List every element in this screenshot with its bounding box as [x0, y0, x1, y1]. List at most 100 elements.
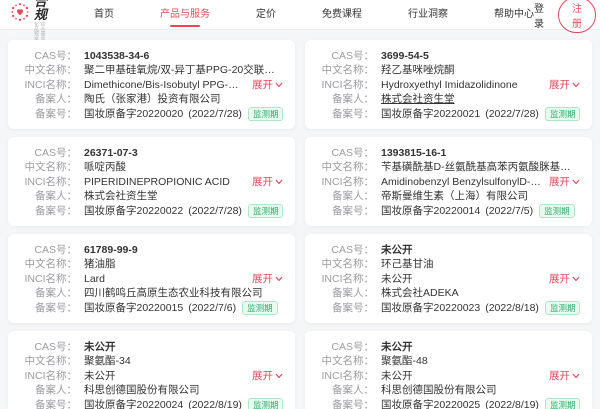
expand-label: 展开	[252, 272, 273, 286]
filer-label: 备案人：	[317, 92, 374, 106]
cn-name-row: 中文名称： 聚二甲基硅氧烷/双-异丁基PPG-20交联聚合物	[20, 63, 283, 77]
cas-value: 61789-99-9	[84, 243, 138, 257]
reg-number-value: 国妆原备字20220014	[381, 204, 480, 218]
filer-value[interactable]: 株式会社ADEKA	[381, 286, 459, 300]
filer-value[interactable]: 帝斯曼维生素（上海）有限公司	[381, 189, 528, 203]
reg-date-value: (2022/7/28)	[188, 204, 242, 218]
reg-number-value: 国妆原备字20220024	[84, 398, 183, 409]
inci-value: Amidinobenzyl BenzylsulfonylD-SerylHomop…	[381, 175, 541, 189]
inci-row: INCI名称： Amidinobenzyl BenzylsulfonylD-Se…	[317, 175, 580, 189]
reg-row: 备案号： 国妆原备字20220021 (2022/7/28) 监测期	[317, 107, 580, 121]
reg-row: 备案号： 国妆原备字20220022 (2022/7/28) 监测期	[20, 204, 283, 218]
reg-date-value: (2022/7/5)	[485, 204, 533, 218]
chevron-down-icon	[275, 81, 283, 89]
nav-item-0[interactable]: 首页	[94, 0, 114, 30]
filer-value[interactable]: 科思创德国股份有限公司	[84, 383, 200, 397]
cn-name-label: 中文名称：	[317, 257, 374, 271]
expand-link[interactable]: 展开	[549, 369, 580, 383]
monitoring-period-badge: 监测期	[545, 301, 580, 315]
filer-value[interactable]: 株式会社资生堂	[84, 189, 158, 203]
filer-row: 备案人： 陶氏（张家港）投资有限公司	[20, 92, 283, 106]
reg-number-value: 国妆原备字20220020	[84, 107, 183, 121]
expand-link[interactable]: 展开	[549, 175, 580, 189]
expand-link[interactable]: 展开	[252, 175, 283, 189]
filer-value[interactable]: 四川鹤鸣丘高原生态农业科技有限公司	[84, 286, 263, 300]
brand-name: 妆合规	[34, 0, 48, 21]
expand-label: 展开	[252, 369, 273, 383]
cas-label: CAS号：	[317, 243, 374, 257]
monitoring-period-badge: 监测期	[539, 204, 575, 218]
expand-link[interactable]: 展开	[549, 272, 580, 286]
reg-row: 备案号： 国妆原备字20220020 (2022/7/28) 监测期	[20, 107, 283, 121]
monitoring-period-badge: 监测期	[248, 398, 283, 409]
inci-value: Lard	[84, 272, 244, 286]
cn-name-row: 中文名称： 聚氨酯-48	[317, 354, 580, 368]
ingredient-card-grid: CAS号： 1043538-34-6 中文名称： 聚二甲基硅氧烷/双-异丁基PP…	[0, 30, 600, 409]
chevron-down-icon	[572, 178, 580, 186]
inci-label: INCI名称：	[20, 175, 77, 189]
cn-name-value: 聚氨酯-48	[381, 354, 428, 368]
filer-row: 备案人： 四川鹤鸣丘高原生态农业科技有限公司	[20, 286, 283, 300]
expand-link[interactable]: 展开	[252, 78, 283, 92]
inci-label: INCI名称：	[20, 272, 77, 286]
cn-name-row: 中文名称： 环己基甘油	[317, 257, 580, 271]
cas-row: CAS号： 未公开	[317, 243, 580, 257]
reg-date-value: (2022/8/19)	[485, 398, 539, 409]
inci-label: INCI名称：	[317, 78, 374, 92]
cas-row: CAS号： 3699-54-5	[317, 49, 580, 63]
inci-row: INCI名称： Hydroxyethyl Imidazolidinone 展开	[317, 78, 580, 92]
ingredient-card: CAS号： 未公开 中文名称： 聚氨酯-48 INCI名称： 未公开 展开 备案…	[305, 331, 592, 409]
monitoring-period-badge: 监测期	[242, 301, 278, 315]
nav-item-4[interactable]: 行业洞察	[408, 0, 448, 30]
filer-value[interactable]: 陶氏（张家港）投资有限公司	[84, 92, 221, 106]
expand-link[interactable]: 展开	[252, 272, 283, 286]
reg-date-value: (2022/7/28)	[188, 107, 242, 121]
monitoring-period-badge: 监测期	[248, 107, 283, 121]
cas-label: CAS号：	[20, 243, 77, 257]
reg-label: 备案号：	[20, 301, 77, 315]
expand-link[interactable]: 展开	[549, 78, 580, 92]
cas-row: CAS号： 1393815-16-1	[317, 146, 580, 160]
chevron-down-icon	[275, 178, 283, 186]
ingredient-card: CAS号： 1393815-16-1 中文名称： 苄基磺酰基D-丝氨酰基高苯丙氨…	[305, 137, 592, 226]
inci-value: Dimethicone/Bis-Isobutyl PPG-20 Crosspol…	[84, 78, 244, 92]
cas-label: CAS号：	[317, 146, 374, 160]
chevron-down-icon	[275, 372, 283, 380]
cas-label: CAS号：	[20, 49, 77, 63]
nav-item-1[interactable]: 产品与服务	[160, 0, 210, 30]
filer-value[interactable]: 科思创德国股份有限公司	[381, 383, 497, 397]
expand-label: 展开	[549, 175, 570, 189]
main-nav: 首页 产品与服务 定价 免费课程 行业洞察 帮助中心	[48, 0, 534, 30]
register-button[interactable]: 注册	[558, 0, 596, 33]
cn-name-label: 中文名称：	[20, 63, 77, 77]
cn-name-label: 中文名称：	[317, 63, 374, 77]
inci-value: Hydroxyethyl Imidazolidinone	[381, 78, 541, 92]
nav-item-2[interactable]: 定价	[256, 0, 276, 30]
filer-value[interactable]: 株式会社资生堂	[381, 92, 455, 106]
ingredient-card: CAS号： 3699-54-5 中文名称： 羟乙基咪唑烷酮 INCI名称： Hy…	[305, 40, 592, 129]
inci-row: INCI名称： 未公开 展开	[317, 369, 580, 383]
cn-name-label: 中文名称：	[317, 160, 374, 174]
nav-item-5[interactable]: 帮助中心	[494, 0, 534, 30]
expand-link[interactable]: 展开	[252, 369, 283, 383]
expand-label: 展开	[549, 369, 570, 383]
cn-name-value: 苄基磺酰基D-丝氨酰基高苯丙氨酸脒基苄胺乙酸盐	[381, 160, 580, 174]
chevron-down-icon	[275, 275, 283, 283]
reg-row: 备案号： 国妆原备字20220014 (2022/7/5) 监测期	[317, 204, 580, 218]
cn-name-value: 羟乙基咪唑烷酮	[381, 63, 455, 77]
login-link[interactable]: 登录	[534, 0, 544, 30]
filer-row: 备案人： 科思创德国股份有限公司	[317, 383, 580, 397]
cn-name-value: 哌啶丙酸	[84, 160, 126, 174]
reg-label: 备案号：	[317, 301, 374, 315]
reg-row: 备案号： 国妆原备字20220024 (2022/8/19) 监测期	[20, 398, 283, 409]
cas-value: 1043538-34-6	[84, 49, 149, 63]
nav-item-3[interactable]: 免费课程	[322, 0, 362, 30]
cas-label: CAS号：	[20, 340, 77, 354]
filer-row: 备案人： 株式会社资生堂	[20, 189, 283, 203]
filer-row: 备案人： 帝斯曼维生素（上海）有限公司	[317, 189, 580, 203]
ingredient-card: CAS号： 未公开 中文名称： 环己基甘油 INCI名称： 未公开 展开 备案人…	[305, 234, 592, 323]
reg-date-value: (2022/7/28)	[485, 107, 539, 121]
monitoring-period-badge: 监测期	[545, 107, 580, 121]
cn-name-row: 中文名称： 羟乙基咪唑烷酮	[317, 63, 580, 77]
filer-label: 备案人：	[317, 189, 374, 203]
